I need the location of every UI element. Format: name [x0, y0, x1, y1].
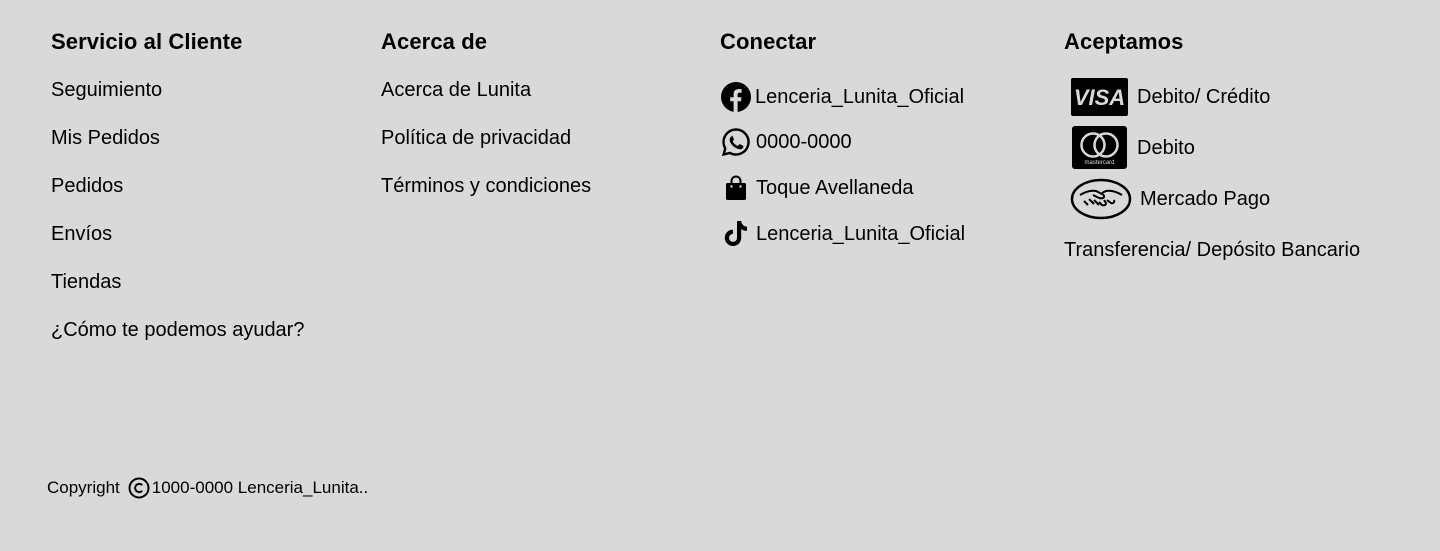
service-column: Servicio al Cliente Seguimiento Mis Pedi…: [51, 28, 304, 341]
visa-logo-text: VISA: [1074, 85, 1125, 110]
connect-whatsapp[interactable]: 0000-0000: [720, 126, 852, 158]
connect-tiktok[interactable]: Lenceria_Lunita_Oficial: [720, 219, 965, 249]
copyright: Copyright 1000-0000 Lenceria_Lunita..: [47, 476, 368, 500]
mastercard-label: Debito: [1137, 136, 1195, 159]
payment-mercado-pago: Mercado Pago: [1064, 178, 1270, 220]
store-label: Toque Avellaneda: [756, 177, 914, 199]
link-pedidos[interactable]: Pedidos: [51, 174, 123, 198]
mercado-pago-label: Mercado Pago: [1140, 188, 1271, 210]
tiktok-icon: [720, 219, 752, 249]
whatsapp-label: 0000-0000: [756, 131, 852, 153]
accept-heading: Aceptamos: [1064, 29, 1184, 54]
connect-column: Conectar Lenceria_Lunita_Oficial 0000-00…: [720, 28, 965, 246]
link-mis-pedidos[interactable]: Mis Pedidos: [51, 126, 160, 150]
link-terminos[interactable]: Términos y condiciones: [381, 174, 591, 198]
payment-visa: VISA Debito/ Crédito: [1064, 78, 1270, 116]
mastercard-icon: mastercard: [1072, 126, 1127, 169]
connect-facebook[interactable]: Lenceria_Lunita_Oficial: [720, 81, 964, 113]
payment-transfer: Transferencia/ Depósito Bancario: [1064, 239, 1361, 261]
link-privacidad[interactable]: Política de privacidad: [381, 126, 571, 150]
facebook-label: Lenceria_Lunita_Oficial: [755, 86, 965, 108]
whatsapp-icon: [720, 126, 752, 158]
mercado-pago-icon: [1070, 178, 1132, 220]
payment-mastercard: mastercard Debito: [1064, 126, 1195, 169]
shopping-bag-icon: [720, 174, 752, 202]
copyright-icon: [128, 477, 150, 499]
about-column: Acerca de Acerca de Lunita Política de p…: [381, 28, 591, 197]
link-seguimiento[interactable]: Seguimiento: [51, 78, 162, 102]
link-acerca-de-lunita[interactable]: Acerca de Lunita: [381, 78, 531, 102]
visa-label: Debito/ Crédito: [1137, 86, 1271, 108]
tiktok-label: Lenceria_Lunita_Oficial: [756, 223, 966, 245]
accept-column: Aceptamos VISA Debito/ Crédito mastercar…: [1064, 28, 1360, 261]
about-heading: Acerca de: [381, 29, 488, 54]
service-heading: Servicio al Cliente: [51, 29, 243, 54]
visa-icon: VISA: [1071, 78, 1128, 116]
mastercard-logo-text: mastercard: [1084, 160, 1114, 166]
link-envios[interactable]: Envíos: [51, 222, 112, 246]
link-ayuda[interactable]: ¿Cómo te podemos ayudar?: [51, 318, 304, 342]
copyright-text: 1000-0000 Lenceria_Lunita..: [151, 478, 369, 497]
connect-store[interactable]: Toque Avellaneda: [720, 174, 914, 202]
link-tiendas[interactable]: Tiendas: [51, 270, 121, 294]
facebook-icon: [720, 81, 752, 113]
connect-heading: Conectar: [720, 29, 817, 54]
copyright-label: Copyright: [47, 478, 120, 497]
